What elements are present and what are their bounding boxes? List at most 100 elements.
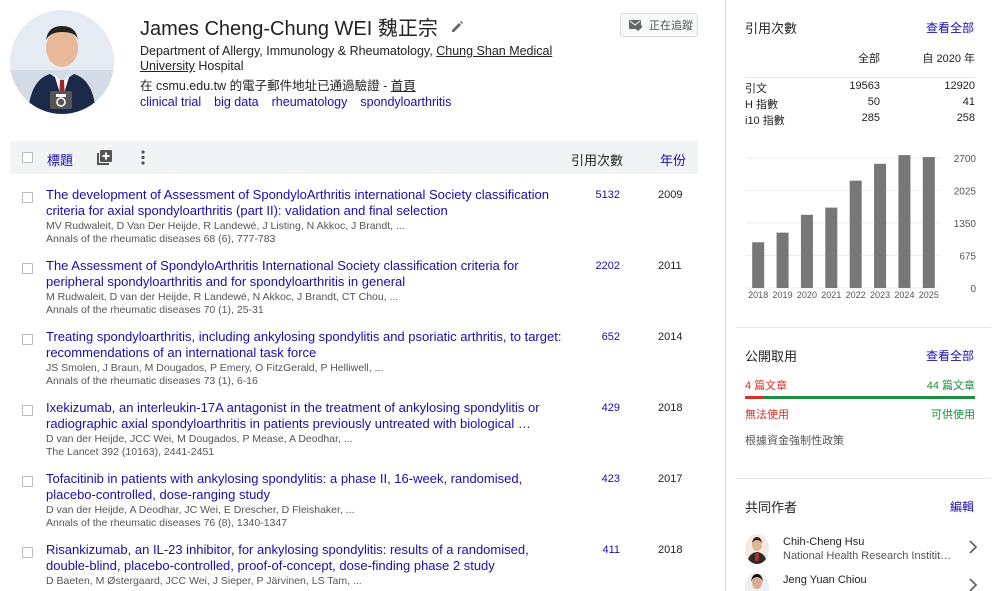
article-venue: Annals of the rheumatic diseases 68 (6),… (46, 233, 276, 245)
coauthor-avatar (745, 572, 769, 591)
article-venue: Annals of the rheumatic diseases 73 (1),… (46, 375, 258, 387)
verified-email: 在 csmu.edu.tw 的電子郵件地址已通過驗證 - 首頁 (140, 79, 416, 93)
cited-by-header: 引用次數 (571, 153, 624, 168)
chart-bar[interactable] (922, 157, 935, 288)
coauthors-heading: 共同作者 (745, 500, 798, 515)
research-interests: clinical trial big data rheumatology spo… (140, 95, 451, 109)
chart-y-tick-label: 2700 (954, 154, 977, 165)
public-access-note: 根據資金強制性政策 (745, 435, 844, 447)
coauthor-item[interactable]: Chih-Cheng Hsu National Health Research … (745, 534, 980, 568)
article-cited-count[interactable]: 423 (570, 473, 620, 485)
public-access-view-all[interactable]: 查看全部 (926, 347, 974, 364)
stats-row: H 指數 50 41 (745, 96, 975, 111)
article-year: 2009 (658, 189, 683, 201)
article-checkbox[interactable] (22, 476, 33, 487)
chart-x-tick-label: 2023 (870, 290, 890, 300)
article-cited-count[interactable]: 429 (570, 402, 620, 414)
more-vert-icon[interactable] (141, 150, 145, 165)
chart-y-tick-label: 1350 (954, 219, 977, 230)
article-checkbox[interactable] (22, 334, 33, 345)
homepage-link[interactable]: 首頁 (391, 79, 416, 93)
chart-bar[interactable] (825, 207, 838, 288)
article-year: 2017 (658, 473, 683, 485)
stats-row: i10 指數 285 258 (745, 112, 975, 127)
article-year: 2014 (658, 331, 683, 343)
article-year: 2018 (658, 544, 683, 556)
follow-button[interactable]: 正在追蹤 (620, 13, 698, 37)
article-title[interactable]: The development of Assessment of Spondyl… (46, 187, 566, 219)
interest-link[interactable]: clinical trial (140, 95, 201, 109)
stats-col-all: 全部 (858, 53, 880, 65)
chart-bar[interactable] (849, 180, 862, 288)
article-cited-count[interactable]: 411 (570, 544, 620, 556)
public-access-bar (745, 396, 975, 399)
article-venue: Annals of the rheumatic diseases 70 (1),… (46, 304, 264, 316)
public-access-bar-unavailable (745, 396, 765, 399)
available-count: 44 篇文章 (926, 380, 975, 392)
available-label: 可供使用 (931, 409, 975, 421)
article-title[interactable]: Ixekizumab, an interleukin-17A antagonis… (46, 400, 566, 432)
citation-stats-table: 全部 自 2020 年 引文 19563 12920 H 指數 50 41 i1… (745, 48, 975, 128)
select-all-checkbox[interactable] (22, 152, 33, 163)
article-cited-count[interactable]: 2202 (570, 260, 620, 272)
mail-check-icon (629, 19, 643, 31)
article-authors: M Rudwaleit, D van der Heijde, R Landewé… (46, 291, 399, 303)
chart-x-tick-label: 2024 (894, 290, 914, 300)
coauthor-name: Jeng Yuan Chiou (783, 574, 867, 586)
interest-link[interactable]: big data (214, 95, 258, 109)
chart-y-tick-label: 0 (970, 284, 976, 295)
article-title[interactable]: Risankizumab, an IL-23 inhibitor, for an… (46, 542, 566, 574)
chart-x-tick-label: 2020 (797, 290, 817, 300)
sort-by-title[interactable]: 標題 (47, 150, 73, 169)
stats-col-since: 自 2020 年 (922, 53, 975, 65)
stats-header-row: 全部 自 2020 年 (745, 48, 975, 78)
article-title[interactable]: The Assessment of SpondyloArthritis Inte… (46, 258, 566, 290)
camera-icon[interactable] (50, 91, 72, 109)
chart-bar[interactable] (776, 232, 789, 288)
chart-x-tick-label: 2025 (919, 290, 939, 300)
profile-name: James Cheng-Chung WEI 魏正宗 (140, 18, 438, 40)
interest-link[interactable]: rheumatology (272, 95, 348, 109)
chart-bar[interactable] (898, 155, 911, 288)
article-title[interactable]: Tofacitinib in patients with ankylosing … (46, 471, 566, 503)
citations-heading: 引用次數 (745, 21, 798, 36)
chart-bar[interactable] (800, 214, 813, 288)
edit-pencil-icon[interactable] (450, 20, 464, 34)
article-checkbox[interactable] (22, 405, 33, 416)
unavailable-label: 無法使用 (745, 409, 789, 421)
article-title[interactable]: Treating spondyloarthritis, including an… (46, 329, 566, 361)
interest-link[interactable]: spondyloarthritis (360, 95, 451, 109)
coauthor-affiliation: National Health Research Institit… (783, 550, 952, 562)
article-checkbox[interactable] (22, 192, 33, 203)
sort-by-year[interactable]: 年份 (660, 150, 686, 169)
profile-affiliation: Department of Allergy, Immunology & Rheu… (140, 44, 553, 73)
articles-table-header: 標題 引用次數 年份 (10, 141, 698, 174)
chart-x-tick-label: 2021 (821, 290, 841, 300)
divider (736, 327, 991, 328)
chevron-right-icon (969, 578, 978, 591)
chart-y-tick-label: 2025 (954, 187, 977, 198)
article-venue: Annals of the rheumatic diseases 76 (8),… (46, 517, 288, 529)
coauthor-avatar (745, 534, 769, 564)
coauthors-edit[interactable]: 編輯 (950, 498, 974, 515)
unavailable-count: 4 篇文章 (745, 380, 788, 392)
add-article-icon[interactable] (97, 150, 112, 165)
chart-bar[interactable] (752, 242, 765, 288)
article-checkbox[interactable] (22, 547, 33, 558)
citations-bar-chart: 2700 2025 1350 675 0 2018 2019 2020 2021 2022 2023… (746, 154, 977, 300)
chart-x-tick-label: 2022 (846, 290, 866, 300)
article-cited-count[interactable]: 652 (570, 331, 620, 343)
citations-view-all[interactable]: 查看全部 (926, 19, 974, 36)
coauthor-item[interactable]: Jeng Yuan Chiou (745, 572, 980, 591)
article-authors: D Baeten, M Østergaard, JCC Wei, J Siepe… (46, 575, 362, 587)
article-authors: D van der Heijde, JCC Wei, M Dougados, P… (46, 433, 353, 445)
profile-name-row: James Cheng-Chung WEI 魏正宗 (140, 12, 464, 41)
article-authors: D van der Heijde, A Deodhar, JC Wei, E D… (46, 504, 355, 516)
article-checkbox[interactable] (22, 263, 33, 274)
article-cited-count[interactable]: 5132 (570, 189, 620, 201)
chart-x-tick-label: 2019 (773, 290, 793, 300)
chevron-right-icon (969, 540, 978, 554)
stats-row: 引文 19563 12920 (745, 80, 975, 95)
article-year: 2011 (658, 260, 682, 272)
chart-bar[interactable] (874, 163, 887, 288)
